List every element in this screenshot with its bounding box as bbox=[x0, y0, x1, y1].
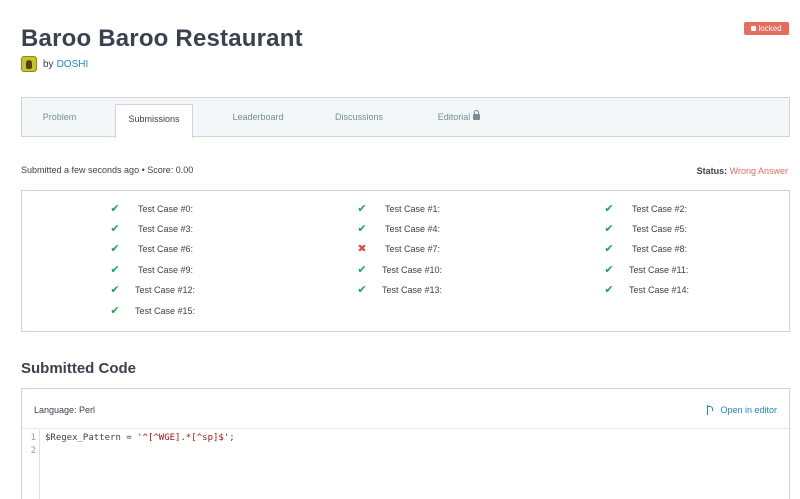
test-case-item: ✔ Test Case #4: bbox=[356, 222, 476, 236]
test-case-label[interactable]: Test Case #14: bbox=[629, 285, 689, 295]
cross-icon: ✖ bbox=[357, 243, 367, 255]
test-case-item: ✔ Test Case #8: bbox=[603, 242, 723, 256]
tab-leaderboard[interactable]: Leaderboard bbox=[217, 98, 299, 137]
test-case-item: ✔ Test Case #1: bbox=[356, 202, 476, 216]
status-value: Wrong Answer bbox=[729, 166, 788, 176]
code-panel-header: Language: Perl Open in editor bbox=[22, 389, 789, 429]
tab-label: Discussions bbox=[334, 112, 383, 122]
by-label: by bbox=[43, 58, 54, 70]
check-icon: ✔ bbox=[357, 284, 367, 296]
test-case-item: ✔ Test Case #12: bbox=[109, 283, 229, 297]
test-case-item: ✔ Test Case #14: bbox=[603, 283, 723, 297]
code-string: '^[^WGE].*[^sp]$' bbox=[137, 433, 230, 443]
check-icon: ✔ bbox=[110, 305, 120, 317]
code-text: $Regex_Pattern = bbox=[45, 433, 138, 443]
test-case-label[interactable]: Test Case #4: bbox=[385, 224, 440, 234]
tab-bar: Problem Submissions Leaderboard Discussi… bbox=[21, 97, 790, 138]
line-number: 1 bbox=[30, 433, 36, 443]
locked-badge: locked bbox=[744, 22, 789, 35]
submission-status: Status: Wrong Answer bbox=[697, 166, 788, 176]
test-case-item: ✔ Test Case #13: bbox=[356, 283, 476, 297]
author-link[interactable]: DOSHI bbox=[57, 59, 89, 70]
test-case-item: ✔ Test Case #9: bbox=[109, 263, 229, 277]
test-case-item: ✔ Test Case #3: bbox=[109, 222, 229, 236]
submitted-code-heading: Submitted Code bbox=[21, 360, 136, 377]
code-text: ; bbox=[229, 433, 235, 443]
test-case-label[interactable]: Test Case #1: bbox=[385, 204, 440, 214]
test-case-label[interactable]: Test Case #15: bbox=[135, 306, 195, 316]
code-line: $Regex_Pattern = '^[^WGE].*[^sp]$'; bbox=[45, 433, 235, 443]
open-in-editor-link[interactable]: Open in editor bbox=[706, 405, 777, 415]
check-icon: ✔ bbox=[604, 203, 614, 215]
test-case-label[interactable]: Test Case #3: bbox=[138, 224, 193, 234]
check-icon: ✔ bbox=[110, 203, 120, 215]
tab-editorial[interactable]: Editorial bbox=[422, 98, 496, 137]
tab-discussions[interactable]: Discussions bbox=[322, 98, 396, 137]
test-case-label[interactable]: Test Case #9: bbox=[138, 265, 193, 275]
check-icon: ✔ bbox=[604, 284, 614, 296]
test-case-label[interactable]: Test Case #12: bbox=[135, 285, 195, 295]
test-case-label[interactable]: Test Case #10: bbox=[382, 265, 442, 275]
tab-submissions[interactable]: Submissions bbox=[115, 104, 193, 138]
test-case-item: ✔ Test Case #2: bbox=[603, 202, 723, 216]
branch-icon bbox=[706, 405, 714, 415]
check-icon: ✔ bbox=[110, 284, 120, 296]
test-case-item: ✔ Test Case #6: bbox=[109, 242, 229, 256]
line-number: 2 bbox=[30, 446, 36, 456]
avatar[interactable] bbox=[21, 56, 37, 72]
check-icon: ✔ bbox=[110, 264, 120, 276]
code-editor[interactable]: 1 2 $Regex_Pattern = '^[^WGE].*[^sp]$'; bbox=[22, 430, 789, 499]
check-icon: ✔ bbox=[604, 243, 614, 255]
tab-label: Leaderboard bbox=[232, 112, 284, 122]
check-icon: ✔ bbox=[110, 223, 120, 235]
test-case-item: ✖ Test Case #7: bbox=[356, 242, 476, 256]
tab-label: Problem bbox=[42, 112, 77, 122]
test-case-label[interactable]: Test Case #7: bbox=[385, 244, 440, 254]
test-case-label[interactable]: Test Case #8: bbox=[632, 244, 687, 254]
tab-label: Submissions bbox=[128, 114, 180, 124]
check-icon: ✔ bbox=[357, 264, 367, 276]
open-in-editor-label: Open in editor bbox=[720, 405, 777, 415]
check-icon: ✔ bbox=[357, 223, 367, 235]
test-case-label[interactable]: Test Case #11: bbox=[629, 265, 688, 275]
lock-icon bbox=[751, 26, 757, 31]
test-case-item: ✔ Test Case #10: bbox=[356, 263, 476, 277]
test-case-label[interactable]: Test Case #6: bbox=[138, 244, 193, 254]
check-icon: ✔ bbox=[357, 203, 367, 215]
line-number-gutter: 1 2 bbox=[22, 430, 40, 499]
submission-info: Submitted a few seconds ago • Score: 0.0… bbox=[21, 165, 194, 175]
author-line: by DOSHI bbox=[21, 55, 88, 73]
test-case-label[interactable]: Test Case #0: bbox=[138, 204, 193, 214]
tab-problem[interactable]: Problem bbox=[22, 98, 97, 137]
page-title: Baroo Baroo Restaurant bbox=[21, 25, 303, 52]
test-case-item: ✔ Test Case #0: bbox=[109, 202, 229, 216]
check-icon: ✔ bbox=[604, 223, 614, 235]
test-cases-panel: ✔ Test Case #0: ✔ Test Case #1: ✔ Test Case #… bbox=[21, 190, 790, 332]
status-label: Status: bbox=[696, 166, 728, 176]
language-label: Language: Perl bbox=[34, 405, 96, 415]
check-icon: ✔ bbox=[604, 264, 614, 276]
code-panel: Language: Perl Open in editor 1 2 $Regex… bbox=[21, 388, 790, 499]
test-case-label[interactable]: Test Case #5: bbox=[632, 224, 687, 234]
test-case-item: ✔ Test Case #11: bbox=[603, 263, 723, 277]
test-case-item: ✔ Test Case #5: bbox=[603, 222, 723, 236]
locked-badge-label: locked bbox=[758, 24, 782, 33]
lock-icon bbox=[473, 110, 481, 120]
test-case-label[interactable]: Test Case #2: bbox=[632, 204, 687, 214]
tab-label: Editorial bbox=[437, 112, 471, 122]
avatar-figure-icon bbox=[26, 59, 32, 69]
check-icon: ✔ bbox=[110, 243, 120, 255]
test-case-label[interactable]: Test Case #13: bbox=[382, 285, 442, 295]
test-case-item: ✔ Test Case #15: bbox=[109, 304, 229, 318]
